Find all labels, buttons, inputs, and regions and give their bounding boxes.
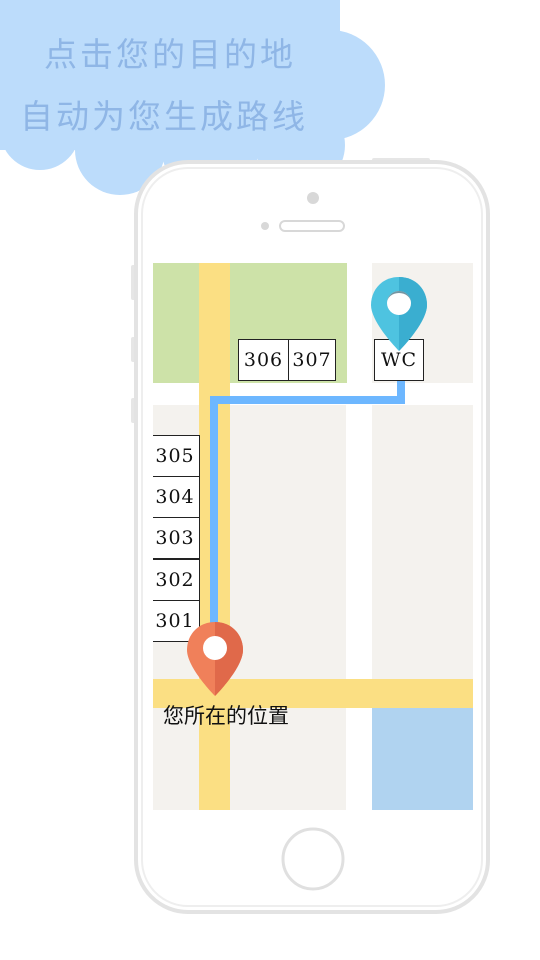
map-pin-icon[interactable] [185, 620, 245, 700]
room-307[interactable]: 307 [288, 339, 336, 381]
map-view[interactable]: 306 307 305 304 303 302 301 WC 您所在的位置 [153, 263, 473, 810]
current-location-label: 您所在的位置 [163, 704, 289, 728]
room-302[interactable]: 302 [153, 559, 200, 601]
home-button-icon[interactable] [283, 829, 343, 889]
room-305[interactable]: 305 [153, 435, 200, 477]
room-304[interactable]: 304 [153, 476, 200, 518]
map-pin-icon[interactable] [369, 275, 429, 355]
room-303[interactable]: 303 [153, 517, 200, 559]
room-306[interactable]: 306 [238, 339, 289, 381]
